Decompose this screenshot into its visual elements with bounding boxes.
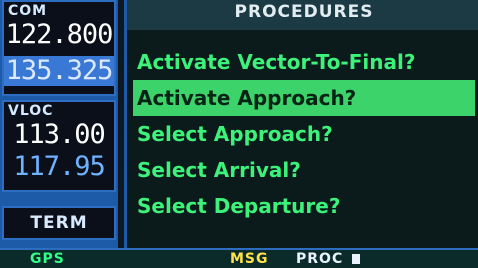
com-radio-block[interactable]: COM 122.800 135.325 [2,0,116,96]
vloc-standby-frequency[interactable]: 117.95 [4,152,114,182]
procedures-menu: Activate Vector-To-Final? Activate Appro… [133,44,475,224]
radio-panel: COM 122.800 135.325 VLOC 113.00 117.95 T… [0,0,118,266]
vloc-radio-block[interactable]: VLOC 113.00 117.95 [2,100,116,192]
menu-item-select-departure[interactable]: Select Departure? [133,188,475,224]
msg-annunciator[interactable]: MSG [230,250,269,268]
menu-item-activate-vector-to-final[interactable]: Activate Vector-To-Final? [133,44,475,80]
page-title: PROCEDURES [127,0,478,30]
vloc-active-frequency: 113.00 [13,119,106,150]
status-bar: GPS MSG PROC [0,248,478,268]
cdi-mode-indicator: TERM [2,206,116,240]
menu-item-select-approach[interactable]: Select Approach? [133,116,475,152]
menu-item-activate-approach[interactable]: Activate Approach? [133,80,475,116]
com-active-frequency: 122.800 [5,19,114,50]
vloc-label: VLOC [8,103,54,119]
procedures-pane: PROCEDURES Activate Vector-To-Final? Act… [124,0,478,248]
gps-screen: COM 122.800 135.325 VLOC 113.00 117.95 T… [0,0,478,268]
gps-mode-annunciator: GPS [30,251,65,267]
com-label: COM [8,3,48,19]
com-standby-frequency[interactable]: 135.325 [4,56,114,86]
menu-item-select-arrival[interactable]: Select Arrival? [133,152,475,188]
cursor-block-icon [352,254,360,264]
current-page-label: PROC [296,251,344,267]
